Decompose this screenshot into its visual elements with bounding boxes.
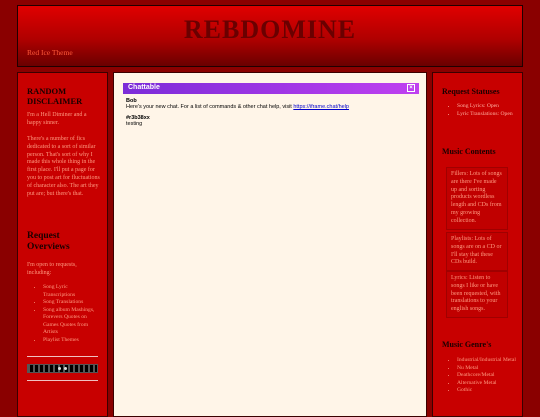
disclaimer-body: There's a number of fics dedicated to a …: [27, 136, 100, 197]
banner-dot: [58, 367, 61, 370]
list-item: Song Translations: [43, 299, 101, 307]
contents-box: Lyrics: Listen to songs I like or have b…: [446, 271, 508, 318]
divider: [27, 380, 98, 381]
list-item: Song Lyrics: Open: [457, 103, 515, 111]
site-banner-button[interactable]: [27, 364, 98, 373]
close-icon[interactable]: ×: [407, 84, 415, 92]
request-overviews-intro: I'm open to requests, including:: [27, 262, 77, 276]
disclaimer-heading: RANDOM DISCLAIMER: [27, 86, 83, 106]
site-title: REBDOMINE: [183, 15, 357, 44]
list-item: Deathcore/Metal: [457, 372, 517, 380]
chat-help-link[interactable]: https://iframe.chat/help: [293, 104, 349, 110]
main-content: Chattable × Bob Here's your new chat. Fo…: [113, 72, 427, 417]
banner-dot: [64, 367, 67, 370]
request-statuses-heading: Request Statuses: [442, 87, 500, 96]
message-text: testing: [126, 121, 143, 127]
contents-box: Fillers: Lots of songs are there I've ma…: [446, 167, 508, 230]
list-item: Song Lyric Transcriptions: [43, 284, 101, 299]
chat-message: #r3b38xx testing: [126, 115, 416, 127]
music-genres-list: Industrial/Industrial Metal Nu Metal Dea…: [441, 357, 517, 395]
music-contents-heading: Music Contents: [442, 147, 496, 156]
request-overviews-heading: Request Overviews: [27, 231, 70, 252]
music-genres-heading: Music Genre's: [442, 340, 492, 349]
chat-message: Bob Here's your new chat. For a list of …: [126, 98, 416, 110]
list-item: Playlist Themes: [43, 337, 101, 345]
request-statuses-list: Song Lyrics: Open Lyric Translations: Op…: [441, 103, 515, 118]
disclaimer-intro: I'm a Hell Diminer and a happy sinner.: [27, 112, 87, 126]
site-tagline: Red Ice Theme: [27, 48, 73, 57]
contents-box: Playlists: Lots of songs are on a CD or …: [446, 232, 508, 272]
left-sidebar: RANDOM DISCLAIMER I'm a Hell Diminer and…: [17, 72, 108, 417]
chat-title: Chattable: [128, 84, 160, 91]
list-item: Gothic: [457, 387, 517, 395]
right-sidebar: Request Statuses Song Lyrics: Open Lyric…: [432, 72, 523, 417]
message-body: Here's your new chat. For a list of comm…: [126, 104, 294, 110]
list-item: Alternative Metal: [457, 380, 517, 388]
contents-playlists: Playlists: Lots of songs are on a CD or …: [451, 236, 502, 266]
divider: [27, 356, 98, 357]
contents-lyrics: Lyrics: Listen to songs I like or have b…: [451, 275, 501, 313]
list-item: Lyric Translations: Open: [457, 111, 515, 119]
request-overviews-list: Song Lyric Transcriptions Song Translati…: [27, 284, 101, 344]
site-header: REBDOMINE Red Ice Theme: [17, 5, 523, 67]
contents-fillers: Fillers: Lots of songs are there I've ma…: [451, 171, 502, 224]
list-item: Nu Metal: [457, 365, 517, 373]
message-text: Here's your new chat. For a list of comm…: [126, 104, 416, 110]
list-item: Song album Mashings, Forevers Quotes on …: [43, 307, 101, 337]
list-item: Industrial/Industrial Metal: [457, 357, 517, 365]
chat-widget-header: Chattable ×: [123, 83, 419, 94]
